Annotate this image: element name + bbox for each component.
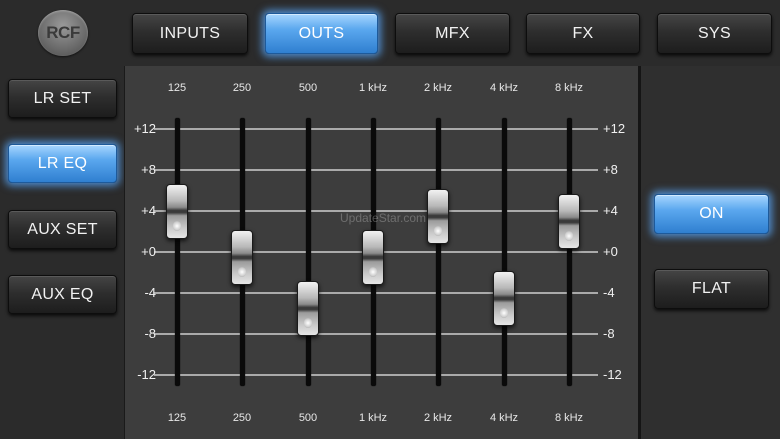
db-scale-label-left: +8 (141, 162, 156, 177)
band-freq-label-bottom: 250 (232, 412, 252, 424)
band-freq-label-top: 2 kHz (423, 82, 453, 94)
band-freq-label-bottom: 500 (298, 412, 318, 424)
fader-knob[interactable] (297, 281, 319, 337)
sidebar-item-lr-eq[interactable]: LR EQ (8, 144, 117, 183)
db-scale-label-left: -8 (144, 326, 156, 341)
tab-sys[interactable]: SYS (657, 13, 772, 54)
tab-fx[interactable]: FX (526, 13, 640, 54)
fader-knob[interactable] (166, 184, 188, 239)
fader-knob[interactable] (427, 189, 449, 245)
fader-track[interactable] (174, 118, 180, 386)
band-freq-label-top: 250 (232, 82, 252, 94)
fader-knob[interactable] (231, 230, 253, 286)
db-scale-label-right: +4 (603, 203, 618, 218)
band-freq-label-top: 4 kHz (489, 82, 519, 94)
db-scale-label-right: +0 (603, 244, 618, 259)
band-freq-label-bottom: 125 (167, 412, 187, 424)
watermark: UpdateStar.com (340, 211, 427, 225)
tab-inputs[interactable]: INPUTS (132, 13, 248, 54)
fader-knob[interactable] (362, 230, 384, 286)
eq-gridline (154, 333, 598, 335)
db-scale-label-right: -8 (603, 326, 615, 341)
band-freq-label-bottom: 1 kHz (358, 412, 388, 424)
db-scale-label-left: +0 (141, 244, 156, 259)
controls-panel (641, 66, 780, 439)
db-scale-label-right: -12 (603, 367, 622, 382)
fader-knob[interactable] (493, 271, 515, 327)
eq-gridline (154, 169, 598, 171)
eq-gridline (154, 292, 598, 294)
logo-text: RCF (46, 23, 80, 42)
db-scale-label-left: -12 (137, 367, 156, 382)
band-freq-label-bottom: 8 kHz (554, 412, 584, 424)
sidebar-item-aux-eq[interactable]: AUX EQ (8, 275, 117, 314)
eq-on-button[interactable]: ON (654, 194, 769, 234)
db-scale-label-right: -4 (603, 285, 615, 300)
fader-track[interactable] (305, 118, 311, 386)
db-scale-label-right: +8 (603, 162, 618, 177)
fader-track[interactable] (501, 118, 507, 386)
band-freq-label-top: 500 (298, 82, 318, 94)
band-freq-label-top: 1 kHz (358, 82, 388, 94)
fader-knob[interactable] (558, 194, 580, 250)
fader-track[interactable] (435, 118, 441, 386)
band-freq-label-top: 125 (167, 82, 187, 94)
db-scale-label-right: +12 (603, 121, 626, 136)
eq-flat-button[interactable]: FLAT (654, 269, 769, 309)
db-scale-label-left: +4 (141, 203, 156, 218)
db-scale-label-left: -4 (144, 285, 156, 300)
band-freq-label-bottom: 2 kHz (423, 412, 453, 424)
rcf-logo: RCF (38, 10, 88, 56)
eq-gridline (154, 128, 598, 130)
tab-outs[interactable]: OUTS (265, 13, 378, 54)
db-scale-label-left: +12 (133, 121, 156, 136)
band-freq-label-top: 8 kHz (554, 82, 584, 94)
band-freq-label-bottom: 4 kHz (489, 412, 519, 424)
tab-mfx[interactable]: MFX (395, 13, 510, 54)
fader-track[interactable] (566, 118, 572, 386)
sidebar-item-lr-set[interactable]: LR SET (8, 79, 117, 118)
sidebar-item-aux-set[interactable]: AUX SET (8, 210, 117, 249)
eq-gridline (154, 374, 598, 376)
